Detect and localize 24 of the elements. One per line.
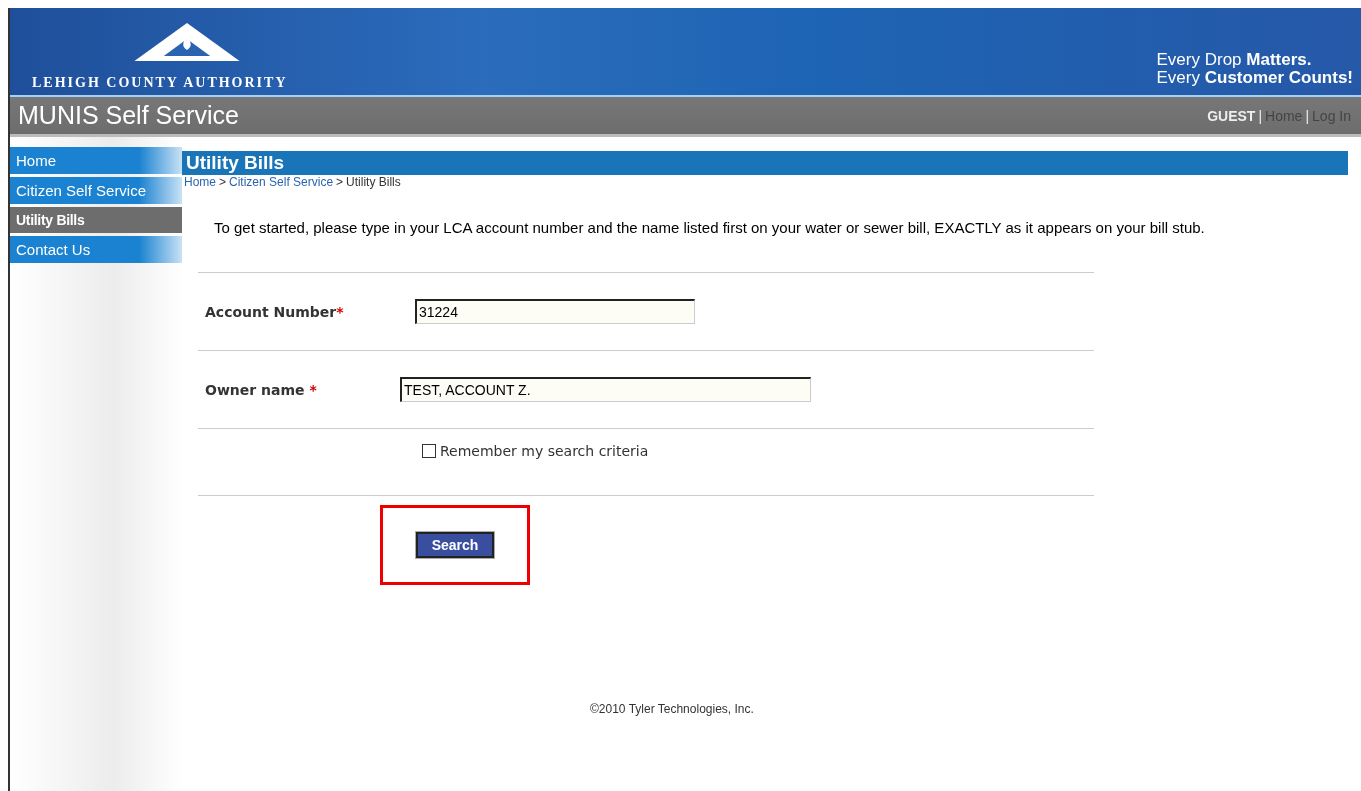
- sidebar-item[interactable]: Contact Us: [10, 236, 182, 263]
- text-field[interactable]: TEST, ACCOUNT Z.: [400, 377, 811, 402]
- text-field[interactable]: 31224: [415, 299, 695, 324]
- remember-checkbox[interactable]: Remember my search criteria: [422, 443, 649, 459]
- user-name: GUEST: [1207, 107, 1256, 124]
- link-separator: |: [1305, 107, 1310, 124]
- field-label: Account Number*: [204, 303, 345, 320]
- sidebar-item[interactable]: Home: [10, 147, 182, 174]
- breadcrumb-separator: >: [336, 175, 344, 189]
- link-separator: |: [1258, 107, 1263, 124]
- tagline: Every Customer Counts!: [1156, 69, 1353, 87]
- sidebar-item[interactable]: Citizen Self Service: [10, 177, 182, 204]
- breadcrumb-link[interactable]: Citizen Self Service: [229, 175, 334, 189]
- organization-name: LEHIGH COUNTY AUTHORITY: [32, 75, 288, 91]
- copyright-text: ©2010 Tyler Technologies, Inc.: [590, 702, 755, 716]
- breadcrumb-current: Utility Bills: [346, 175, 401, 189]
- tagline: Every Drop Matters.: [1156, 51, 1313, 69]
- instructions-text: To get started, please type in your LCA account number and the name listed first on your water or sewer bill, EXACTLY as it appears on your bill stub.: [214, 219, 1206, 236]
- sidebar-item[interactable]: Utility Bills: [10, 207, 182, 233]
- app-title: MUNIS Self Service: [17, 101, 239, 130]
- page-heading: Utility Bills: [182, 149, 1348, 175]
- breadcrumb-separator: >: [219, 175, 227, 189]
- breadcrumb-link[interactable]: Home: [184, 175, 216, 189]
- search-button[interactable]: Search: [415, 532, 495, 558]
